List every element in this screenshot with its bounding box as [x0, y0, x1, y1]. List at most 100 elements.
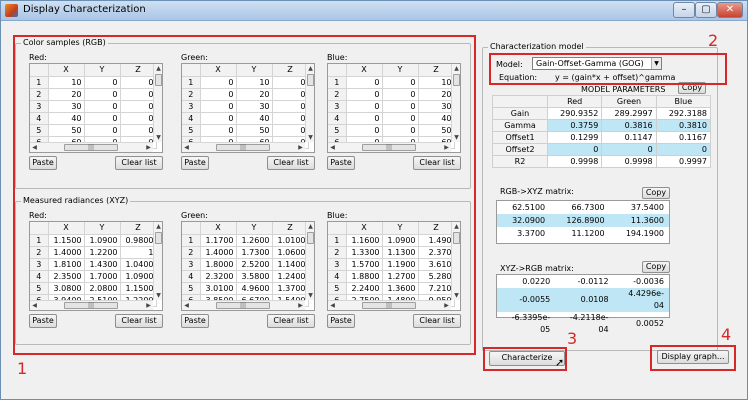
scroll-left-icon[interactable]: ◀ [182, 301, 191, 310]
measured-red-table[interactable]: X Y Z 1 1.1500 1.0900 0.9800 2 1.4000 1.2200 1 3 1.8… [29, 221, 163, 311]
scroll-down-icon[interactable]: ▼ [154, 291, 162, 300]
table-cell[interactable]: 1.3300 [346, 246, 383, 259]
table-cell[interactable]: 0 [84, 88, 121, 101]
matrix-cell[interactable]: 0.0108 [555, 288, 614, 312]
table-cell[interactable]: 20 [236, 88, 273, 101]
scroll-left-icon[interactable]: ◀ [30, 301, 39, 310]
scroll-thumb[interactable] [155, 74, 162, 86]
horizontal-scrollbar[interactable]: ◀ ||| ▶ [182, 142, 305, 152]
table-cell[interactable]: 0 [84, 76, 121, 89]
param-value[interactable]: 0.9997 [655, 155, 712, 168]
scroll-thumb[interactable] [453, 74, 460, 86]
vertical-scrollbar[interactable]: ▲ ▼ [451, 64, 460, 142]
column-header[interactable]: X [48, 222, 85, 235]
scroll-left-icon[interactable]: ◀ [328, 143, 337, 152]
table-cell[interactable]: 3.610 [418, 258, 455, 271]
param-value[interactable]: 290.9352 [546, 107, 603, 120]
table-cell[interactable]: 1.1500 [120, 282, 157, 295]
column-header[interactable]: Z [272, 222, 309, 235]
matrix-cell[interactable]: -6.3395e-05 [497, 312, 555, 336]
scroll-thumb[interactable] [307, 74, 314, 86]
table-cell[interactable]: 3.5800 [236, 270, 273, 283]
scroll-right-icon[interactable]: ▶ [296, 301, 305, 310]
table-cell[interactable]: 0 [120, 88, 157, 101]
table-cell[interactable]: 1.0900 [382, 234, 419, 247]
table-cell[interactable]: 1.3700 [272, 282, 309, 295]
column-header[interactable]: Y [382, 64, 419, 77]
matrix-cell[interactable]: 32.0900 [497, 214, 551, 227]
clear-list-button[interactable]: Clear list [413, 156, 461, 170]
param-value[interactable]: 0.3759 [546, 119, 603, 132]
table-cell[interactable]: 2.5200 [236, 258, 273, 271]
scroll-left-icon[interactable]: ◀ [328, 301, 337, 310]
table-cell[interactable]: 1.2700 [382, 270, 419, 283]
table-cell[interactable]: 0 [120, 112, 157, 125]
column-header[interactable]: Z [120, 64, 157, 77]
matrix-cell[interactable]: 126.8900 [550, 214, 610, 227]
paste-button[interactable]: Paste [181, 156, 209, 170]
column-header[interactable]: X [346, 64, 383, 77]
table-cell[interactable]: 0 [382, 76, 419, 89]
param-value[interactable]: 0 [601, 143, 657, 156]
table-cell[interactable]: 30 [48, 100, 85, 113]
column-header[interactable]: Y [84, 64, 121, 77]
table-cell[interactable]: 2.3200 [200, 270, 237, 283]
paste-button[interactable]: Paste [181, 314, 209, 328]
scroll-down-icon[interactable]: ▼ [452, 133, 460, 142]
scroll-right-icon[interactable]: ▶ [144, 143, 153, 152]
table-cell[interactable]: 1.1300 [382, 246, 419, 259]
table-cell[interactable]: 40 [236, 112, 273, 125]
scroll-thumb[interactable]: ||| [216, 302, 270, 309]
table-cell[interactable]: 1.0600 [272, 246, 309, 259]
scroll-thumb[interactable]: ||| [216, 144, 270, 151]
column-header[interactable]: Y [382, 222, 419, 235]
table-cell[interactable]: 0 [346, 124, 383, 137]
scroll-thumb[interactable]: ||| [64, 144, 118, 151]
column-header[interactable]: Z [120, 222, 157, 235]
matrix-cell[interactable]: 4.4296e-04 [613, 288, 669, 312]
scroll-thumb[interactable]: ||| [64, 302, 118, 309]
table-cell[interactable]: 1.1600 [346, 234, 383, 247]
table-cell[interactable]: 0 [346, 88, 383, 101]
table-cell[interactable]: 0 [382, 100, 419, 113]
table-cell[interactable]: 50 [236, 124, 273, 137]
scroll-left-icon[interactable]: ◀ [182, 143, 191, 152]
table-cell[interactable]: 50 [418, 124, 455, 137]
table-cell[interactable]: 1.7000 [84, 270, 121, 283]
table-cell[interactable]: 1.2200 [84, 246, 121, 259]
table-cell[interactable]: 1.2600 [236, 234, 273, 247]
table-cell[interactable]: 0 [346, 112, 383, 125]
table-cell[interactable]: 0 [200, 88, 237, 101]
matrix-cell[interactable]: 62.5100 [497, 201, 550, 214]
xyz-to-rgb-matrix[interactable]: 0.0220 -0.0112 -0.0036 -0.0055 0.0108 4.4296e… [496, 274, 670, 334]
param-value[interactable]: 0.3816 [601, 119, 657, 132]
horizontal-scrollbar[interactable]: ◀ ||| ▶ [30, 300, 153, 310]
table-cell[interactable]: 1.1500 [48, 234, 85, 247]
param-value[interactable]: 0.1167 [655, 131, 712, 144]
clear-list-button[interactable]: Clear list [267, 314, 315, 328]
matrix-cell[interactable]: -0.0055 [497, 288, 556, 312]
column-header[interactable]: Y [84, 222, 121, 235]
table-cell[interactable]: 0 [120, 100, 157, 113]
table-cell[interactable]: 20 [418, 88, 455, 101]
rgb-to-xyz-matrix[interactable]: 62.5100 66.7300 37.5400 32.0900 126.8900 11.3… [496, 200, 670, 244]
column-header[interactable]: X [346, 222, 383, 235]
matrix-cell[interactable]: 3.3700 [497, 227, 550, 240]
param-value[interactable]: 0.9998 [601, 155, 657, 168]
matrix-cell[interactable]: 11.1200 [550, 227, 609, 240]
table-cell[interactable]: 1.8000 [200, 258, 237, 271]
measured-green-table[interactable]: X Y Z 1 1.1700 1.2600 1.0100 2 1.4000 1.7300 1.060… [181, 221, 315, 311]
column-header[interactable]: X [200, 64, 237, 77]
clear-list-button[interactable]: Clear list [115, 314, 163, 328]
matrix-cell[interactable]: -4.2118e-04 [555, 312, 613, 336]
matrix-cell[interactable]: 0.0220 [497, 275, 555, 288]
scroll-down-icon[interactable]: ▼ [154, 133, 162, 142]
table-cell[interactable]: 7.210 [418, 282, 455, 295]
scroll-right-icon[interactable]: ▶ [144, 301, 153, 310]
scroll-thumb[interactable] [155, 232, 162, 244]
horizontal-scrollbar[interactable]: ◀ ||| ▶ [328, 142, 451, 152]
table-cell[interactable]: 3.0800 [48, 282, 85, 295]
table-cell[interactable]: 1.0400 [120, 258, 157, 271]
table-cell[interactable]: 0 [84, 100, 121, 113]
scroll-up-icon[interactable]: ▲ [154, 222, 162, 231]
